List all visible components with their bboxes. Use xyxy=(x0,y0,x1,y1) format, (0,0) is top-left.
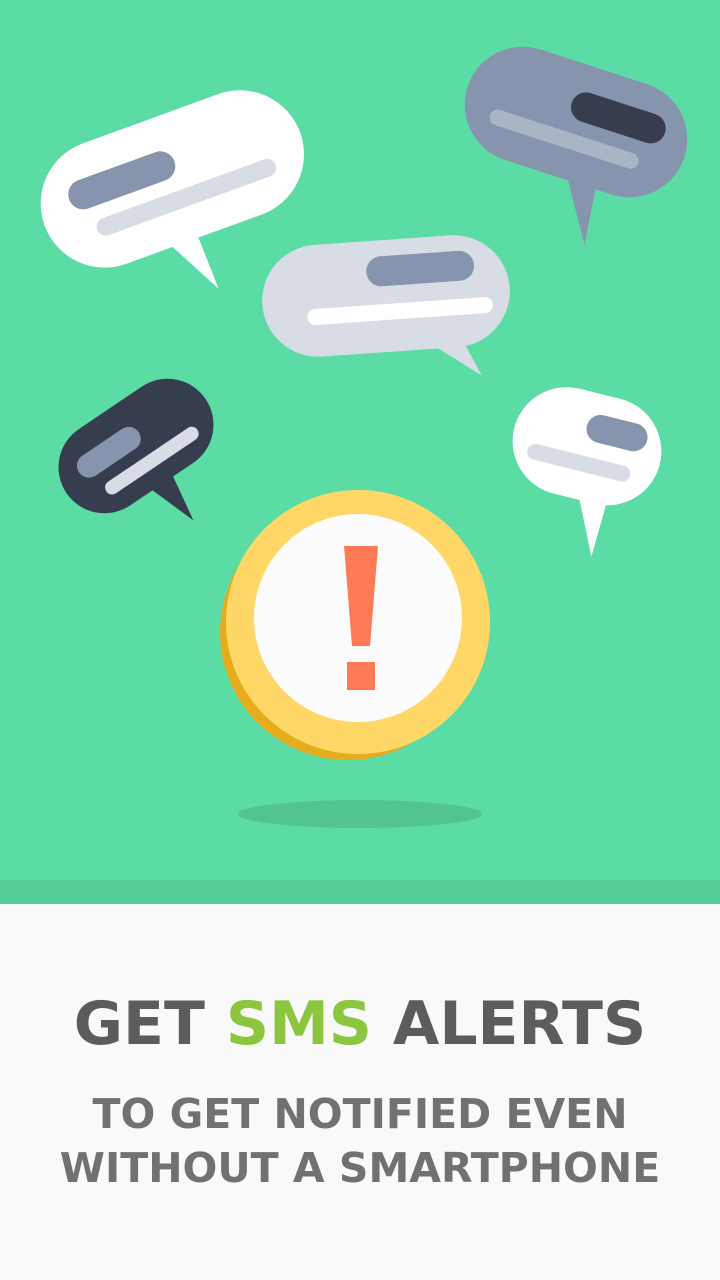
sms-alerts-illustration xyxy=(40,46,688,828)
chat-bubble-icon xyxy=(58,378,214,521)
headline-part1: GET xyxy=(73,989,226,1059)
subheadline-line2: WITHOUT A SMARTPHONE xyxy=(59,1144,661,1192)
chat-bubble-icon xyxy=(512,387,662,557)
illustration-footer-strip xyxy=(0,880,720,904)
headline-highlight: SMS xyxy=(225,989,372,1059)
alert-icon xyxy=(220,490,490,760)
subheadline-line1: TO GET NOTIFIED EVEN xyxy=(92,1090,628,1138)
onboarding-screen: GET SMS ALERTS TO GET NOTIFIED EVEN WITH… xyxy=(0,0,720,1280)
chat-bubble-icon xyxy=(262,235,510,376)
text-area: GET SMS ALERTS TO GET NOTIFIED EVEN WITH… xyxy=(0,904,720,1280)
chat-bubble-icon xyxy=(464,46,688,245)
shadow-ellipse xyxy=(238,800,482,828)
headline: GET SMS ALERTS xyxy=(0,988,720,1060)
headline-part2: ALERTS xyxy=(372,989,647,1059)
